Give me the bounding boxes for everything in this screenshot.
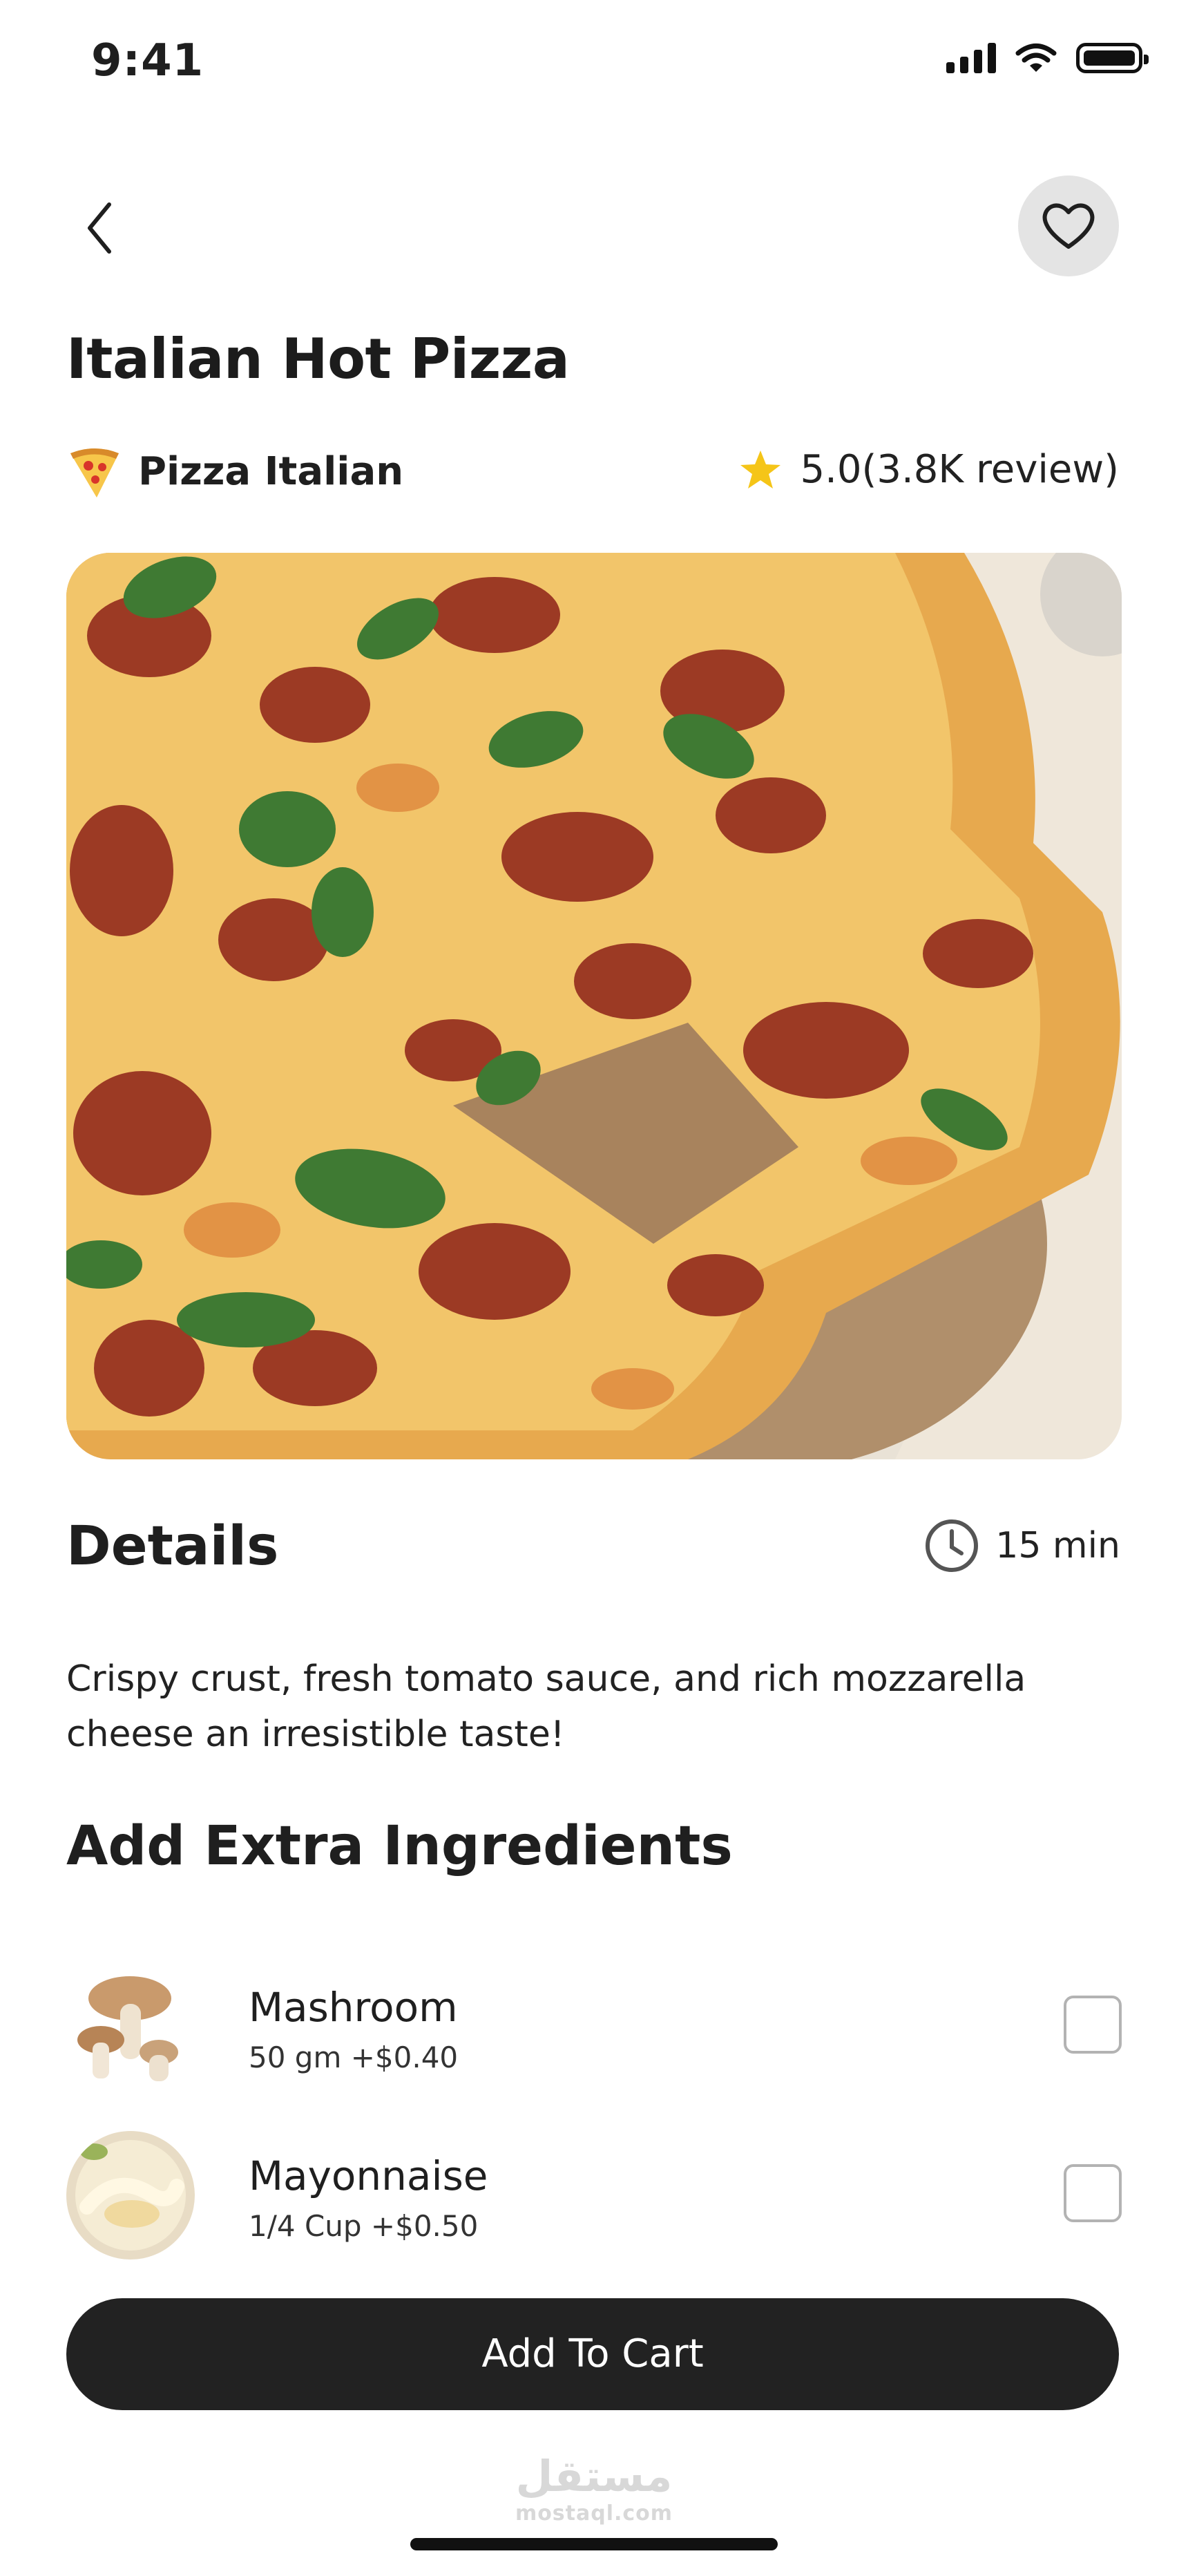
mushroom-thumbnail	[66, 1962, 195, 2091]
favorite-button[interactable]	[1018, 176, 1119, 276]
chevron-left-icon	[88, 202, 111, 254]
signal-icon	[946, 43, 996, 73]
wifi-icon	[1015, 44, 1057, 72]
ingredient-checkbox[interactable]	[1064, 1996, 1122, 2054]
status-time: 9:41	[91, 35, 204, 86]
add-to-cart-button[interactable]: Add To Cart	[66, 2298, 1119, 2410]
status-icons	[946, 43, 1149, 73]
rating-text: 5.0(3.8K review)	[800, 447, 1119, 492]
product-image	[66, 553, 1122, 1459]
clock-icon	[926, 1519, 979, 1572]
star-icon	[740, 451, 781, 489]
back-button[interactable]	[66, 187, 133, 269]
ingredient-checkbox[interactable]	[1064, 2164, 1122, 2222]
watermark-arabic: مستقل	[515, 2451, 673, 2501]
home-indicator[interactable]	[410, 2538, 778, 2550]
category: Pizza Italian	[66, 444, 403, 500]
description: Crispy crust, fresh tomato sauce, and ri…	[66, 1658, 1026, 1755]
details-heading: Details	[66, 1515, 279, 1578]
heart-icon	[1042, 203, 1095, 249]
ingredient-name: Mashroom	[249, 1984, 458, 2031]
prep-time-text: 15 min	[995, 1525, 1120, 1566]
ingredient-item-mayonnaise[interactable]: Mayonnaise 1/4 Cup +$0.50	[66, 2131, 1122, 2262]
mayonnaise-thumbnail	[66, 2131, 195, 2260]
extras-heading: Add Extra Ingredients	[66, 1815, 733, 1877]
category-label: Pizza Italian	[138, 449, 404, 494]
watermark: مستقل mostaql.com	[0, 2452, 1188, 2526]
battery-icon	[1076, 43, 1149, 73]
pizza-illustration	[66, 553, 1122, 1459]
ingredient-detail: 1/4 Cup +$0.50	[249, 2209, 479, 2243]
rating: 5.0(3.8K review)	[739, 448, 1119, 492]
ingredient-detail: 50 gm +$0.40	[249, 2040, 459, 2074]
ingredient-name: Mayonnaise	[249, 2152, 488, 2199]
pizza-slice-icon	[70, 448, 119, 498]
watermark-latin: mostaql.com	[515, 2501, 673, 2526]
product-title: Italian Hot Pizza	[66, 327, 570, 391]
prep-time: 15 min	[923, 1517, 1120, 1574]
ingredient-item-mushroom[interactable]: Mashroom 50 gm +$0.40	[66, 1962, 1122, 2094]
